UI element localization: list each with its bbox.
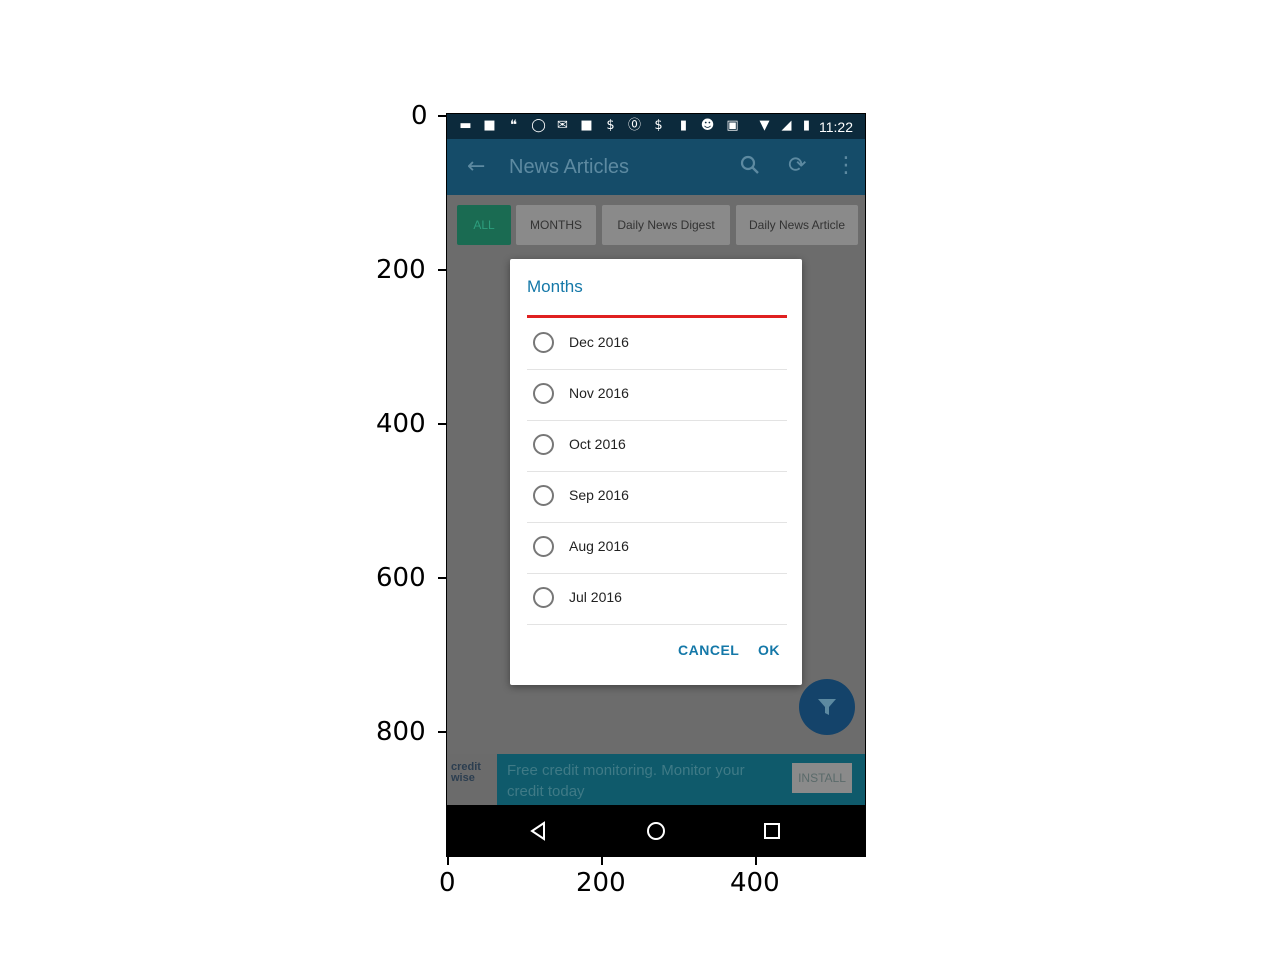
messenger-icon: ▬ bbox=[459, 118, 472, 133]
y-tick-mark bbox=[438, 423, 447, 425]
ok-button[interactable]: OK bbox=[758, 642, 780, 658]
cancel-button[interactable]: CANCEL bbox=[678, 642, 739, 658]
y-tick-label: 200 bbox=[376, 255, 426, 285]
y-tick-label: 600 bbox=[376, 563, 426, 593]
tab-all[interactable]: ALL bbox=[457, 205, 511, 245]
refresh-icon[interactable]: ⟳ bbox=[788, 154, 806, 178]
back-triangle-icon[interactable] bbox=[529, 821, 547, 845]
y-tick-mark bbox=[438, 269, 447, 271]
filter-icon bbox=[815, 695, 839, 723]
linkedin-icon: ▣ bbox=[726, 118, 739, 133]
sim-icon: ▮ bbox=[679, 118, 688, 133]
x-tick-mark bbox=[447, 856, 449, 865]
app-bar: ← News Articles ⟳ ⋮ bbox=[447, 139, 865, 195]
y-tick-mark bbox=[438, 577, 447, 579]
page-title: News Articles bbox=[509, 156, 630, 178]
month-option-label: Dec 2016 bbox=[569, 334, 629, 350]
phone-screenshot: ▬ ■ ❝ ◯ ✉ ■ $ ⓪ $ ▮ ☻ ▣ ▼ ◢ ▮ 11:22 ← Ne… bbox=[446, 113, 866, 857]
month-option[interactable]: Nov 2016 bbox=[527, 369, 787, 421]
month-option-label: Nov 2016 bbox=[569, 385, 629, 401]
money-bag-icon: $ bbox=[654, 118, 663, 133]
back-arrow-icon[interactable]: ← bbox=[467, 155, 485, 179]
install-button[interactable]: INSTALL bbox=[792, 763, 852, 793]
nav-bar bbox=[447, 805, 865, 856]
x-tick-mark bbox=[601, 856, 603, 865]
month-option[interactable]: Jul 2016 bbox=[527, 573, 787, 625]
x-tick-label: 200 bbox=[576, 868, 626, 898]
battery-charging-icon: ▮ bbox=[802, 118, 811, 133]
gmail-icon: ✉ bbox=[557, 118, 568, 133]
y-tick-mark bbox=[438, 731, 447, 733]
month-option[interactable]: Oct 2016 bbox=[527, 420, 787, 472]
wifi-icon: ▼ bbox=[759, 118, 770, 133]
ad-banner[interactable]: credit wise Free credit monitoring. Moni… bbox=[447, 754, 865, 805]
month-option-label: Oct 2016 bbox=[569, 436, 626, 452]
flipboard-icon: ■ bbox=[483, 118, 496, 133]
month-option-label: Sep 2016 bbox=[569, 487, 629, 503]
ad-logo: credit wise bbox=[447, 754, 497, 805]
cat-icon: ☻ bbox=[700, 118, 715, 133]
x-tick-label: 0 bbox=[439, 868, 456, 898]
home-circle-icon[interactable] bbox=[645, 820, 667, 846]
radio-button[interactable] bbox=[533, 485, 554, 506]
money-bag-icon: $ bbox=[606, 118, 615, 133]
month-option-label: Jul 2016 bbox=[569, 589, 622, 605]
quote-icon: ❝ bbox=[510, 118, 517, 133]
y-tick-label: 0 bbox=[411, 101, 428, 131]
months-dialog: Months Dec 2016 Nov 2016 Oct 2016 Sep 20… bbox=[510, 259, 802, 685]
radio-button[interactable] bbox=[533, 536, 554, 557]
overflow-menu-icon[interactable]: ⋮ bbox=[835, 154, 857, 178]
x-tick-label: 400 bbox=[730, 868, 780, 898]
tab-daily-news-article[interactable]: Daily News Article bbox=[736, 205, 858, 245]
ad-text: Free credit monitoring. Monitor your cre… bbox=[507, 762, 745, 800]
tab-daily-news-digest[interactable]: Daily News Digest bbox=[602, 205, 730, 245]
flipboard-icon: ■ bbox=[580, 118, 593, 133]
tab-months[interactable]: MONTHS bbox=[516, 205, 596, 245]
month-option-label: Aug 2016 bbox=[569, 538, 629, 554]
status-bar: ▬ ■ ❝ ◯ ✉ ■ $ ⓪ $ ▮ ☻ ▣ ▼ ◢ ▮ 11:22 bbox=[447, 114, 865, 139]
filter-fab-button[interactable] bbox=[799, 679, 855, 735]
radio-button[interactable] bbox=[533, 383, 554, 404]
radio-button[interactable] bbox=[533, 332, 554, 353]
y-tick-label: 400 bbox=[376, 409, 426, 439]
y-tick-label: 800 bbox=[376, 717, 426, 747]
month-option[interactable]: Sep 2016 bbox=[527, 471, 787, 523]
pinterest-icon: ⓪ bbox=[627, 118, 641, 133]
status-time: 11:22 bbox=[819, 119, 853, 135]
whatsapp-icon: ◯ bbox=[531, 118, 546, 133]
month-option[interactable]: Dec 2016 bbox=[527, 318, 787, 370]
month-option[interactable]: Aug 2016 bbox=[527, 522, 787, 574]
y-tick-mark bbox=[438, 115, 447, 117]
dialog-title: Months bbox=[527, 277, 583, 296]
x-tick-mark bbox=[755, 856, 757, 865]
radio-button[interactable] bbox=[533, 587, 554, 608]
radio-button[interactable] bbox=[533, 434, 554, 455]
ad-brand: credit wise bbox=[451, 761, 481, 784]
search-icon[interactable] bbox=[739, 154, 761, 182]
recents-square-icon[interactable] bbox=[763, 822, 781, 844]
category-tabs: ALL MONTHS Daily News Digest Daily News … bbox=[447, 195, 865, 255]
signal-off-icon: ◢ bbox=[781, 118, 792, 133]
